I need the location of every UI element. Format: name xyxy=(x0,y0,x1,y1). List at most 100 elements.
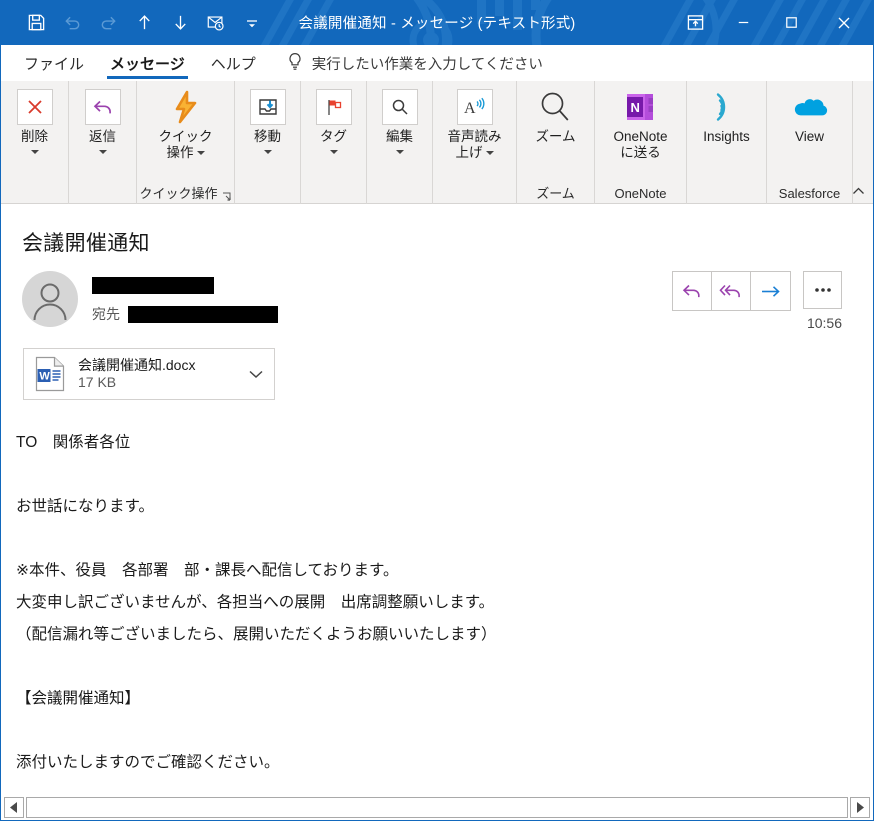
tab-message[interactable]: メッセージ xyxy=(97,45,198,81)
chevron-down-icon[interactable] xyxy=(98,150,107,154)
scroll-left-icon[interactable] xyxy=(4,796,24,818)
ribbon-group-tags: タグ xyxy=(301,81,367,204)
save-icon[interactable] xyxy=(19,6,53,40)
ribbon-group-speech: A 音声読み 上げ xyxy=(433,81,517,204)
reply-all-button[interactable] xyxy=(712,272,751,310)
word-document-icon: W xyxy=(34,356,68,392)
window-controls xyxy=(671,0,873,45)
ribbon-group-insights: Insights xyxy=(687,81,767,204)
recipient-row: 宛先 xyxy=(92,304,278,324)
minimize-icon[interactable] xyxy=(719,0,767,45)
quick-steps-label-1: クイック xyxy=(158,129,213,144)
reply-button[interactable]: 返信 xyxy=(77,87,129,154)
read-aloud-icon: A xyxy=(456,89,493,125)
ribbon-group-onenote-label: OneNote xyxy=(614,186,667,201)
read-aloud-button[interactable]: A 音声読み 上げ xyxy=(442,87,508,161)
next-item-icon[interactable] xyxy=(163,6,197,40)
move-button-label: 移動 xyxy=(254,129,281,144)
forward-button[interactable] xyxy=(751,272,790,310)
maximize-icon[interactable] xyxy=(767,0,815,45)
editing-button-label: 編集 xyxy=(386,129,413,144)
insights-button-label: Insights xyxy=(703,129,750,144)
ribbon-group-zoom: ズーム ズーム xyxy=(517,81,595,204)
editing-button[interactable]: 編集 xyxy=(374,87,426,154)
ribbon-group-quick-steps-label: クイック操作 xyxy=(139,184,231,204)
tell-me-search[interactable]: 実行したい作業を入力してください xyxy=(287,52,543,75)
onenote-label-2: に送る xyxy=(620,145,661,160)
to-label: 宛先 xyxy=(92,306,120,322)
reply-actions-group xyxy=(672,271,791,311)
dialog-launcher-icon[interactable] xyxy=(222,189,232,201)
send-to-onenote-button[interactable]: N OneNote に送る xyxy=(607,87,673,161)
svg-text:N: N xyxy=(631,100,640,115)
salesforce-cloud-icon xyxy=(792,89,828,125)
more-actions-button[interactable] xyxy=(803,271,842,309)
reply-arrow-icon xyxy=(84,89,121,125)
lightbulb-icon xyxy=(287,52,303,75)
chevron-down-icon[interactable] xyxy=(263,150,272,154)
mail-reminder-icon[interactable] xyxy=(199,6,233,40)
collapse-ribbon-icon[interactable] xyxy=(847,181,869,201)
insights-button[interactable]: Insights xyxy=(697,87,756,145)
tab-file[interactable]: ファイル xyxy=(11,45,97,81)
chevron-down-icon[interactable] xyxy=(246,369,266,379)
onenote-icon: N xyxy=(622,89,658,125)
quick-access-toolbar xyxy=(1,6,269,40)
redo-icon xyxy=(91,6,125,40)
ribbon-group-delete: 削除 xyxy=(1,81,69,204)
magnifier-icon xyxy=(381,89,418,125)
reply-button-label: 返信 xyxy=(89,129,116,144)
delete-button[interactable]: 削除 xyxy=(9,87,61,154)
red-flag-icon xyxy=(315,89,352,125)
ribbon-group-salesforce: View Salesforce xyxy=(767,81,853,204)
sender-block: 宛先 xyxy=(92,271,278,324)
outlook-message-window: 会議開催通知 - メッセージ (テキスト形式) ファイル メッセージ ヘルプ 実… xyxy=(0,0,874,821)
ribbon-group-move: 移動 xyxy=(235,81,301,204)
chevron-down-icon[interactable] xyxy=(196,151,205,156)
tags-button-label: タグ xyxy=(320,129,347,144)
ribbon-group-respond: 返信 xyxy=(69,81,137,204)
message-body: TO 関係者各位 お世話になります。 ※本件、役員 各部署 部・課長へ配信してお… xyxy=(16,434,497,771)
tab-help-label: ヘルプ xyxy=(210,55,256,73)
ribbon-group-zoom-label: ズーム xyxy=(536,186,575,201)
tab-message-label: メッセージ xyxy=(110,55,185,73)
delete-x-icon xyxy=(16,89,53,125)
quick-steps-button[interactable]: クイック 操作 xyxy=(153,87,219,161)
tags-button[interactable]: タグ xyxy=(308,87,360,154)
chevron-down-icon[interactable] xyxy=(30,150,39,154)
attachment-item[interactable]: W 会議開催通知.docx 17 KB xyxy=(23,348,275,400)
zoom-magnifier-icon xyxy=(537,89,573,125)
zoom-button[interactable]: ズーム xyxy=(529,87,581,145)
close-icon[interactable] xyxy=(815,0,873,45)
chevron-down-icon[interactable] xyxy=(395,150,404,154)
reading-pane: 会議開催通知 宛先 10:56 W 会議開催通知.docx 17 KB TO 関… xyxy=(2,205,872,794)
message-timestamp: 10:56 xyxy=(806,315,842,331)
move-to-folder-icon xyxy=(249,89,286,125)
message-subject: 会議開催通知 xyxy=(22,232,150,255)
insights-icon xyxy=(709,89,745,125)
attachment-filename: 会議開催通知.docx xyxy=(78,357,196,373)
previous-item-icon[interactable] xyxy=(127,6,161,40)
ribbon-group-editing: 編集 xyxy=(367,81,433,204)
undo-icon xyxy=(55,6,89,40)
chevron-down-icon[interactable] xyxy=(329,150,338,154)
move-button[interactable]: 移動 xyxy=(242,87,294,154)
avatar[interactable] xyxy=(22,271,78,327)
svg-text:A: A xyxy=(464,100,476,117)
scrollbar-thumb[interactable] xyxy=(27,797,847,817)
horizontal-scrollbar[interactable] xyxy=(2,794,872,819)
scrollbar-track[interactable] xyxy=(26,796,848,818)
tab-file-label: ファイル xyxy=(24,55,85,73)
ribbon-group-onenote: N OneNote に送る OneNote xyxy=(595,81,687,204)
reply-button[interactable] xyxy=(673,272,712,310)
customize-quick-access-icon[interactable] xyxy=(235,6,269,40)
message-header: 宛先 10:56 xyxy=(2,257,872,331)
chevron-down-icon[interactable] xyxy=(485,151,494,156)
tab-help[interactable]: ヘルプ xyxy=(198,45,269,81)
ribbon-tab-strip: ファイル メッセージ ヘルプ 実行したい作業を入力してください xyxy=(1,45,873,81)
salesforce-view-button[interactable]: View xyxy=(784,87,836,145)
quick-steps-group-title: クイック操作 xyxy=(139,186,218,201)
scroll-right-icon[interactable] xyxy=(850,796,870,818)
sender-name-redacted xyxy=(92,277,214,295)
ribbon-display-options-icon[interactable] xyxy=(671,0,719,45)
